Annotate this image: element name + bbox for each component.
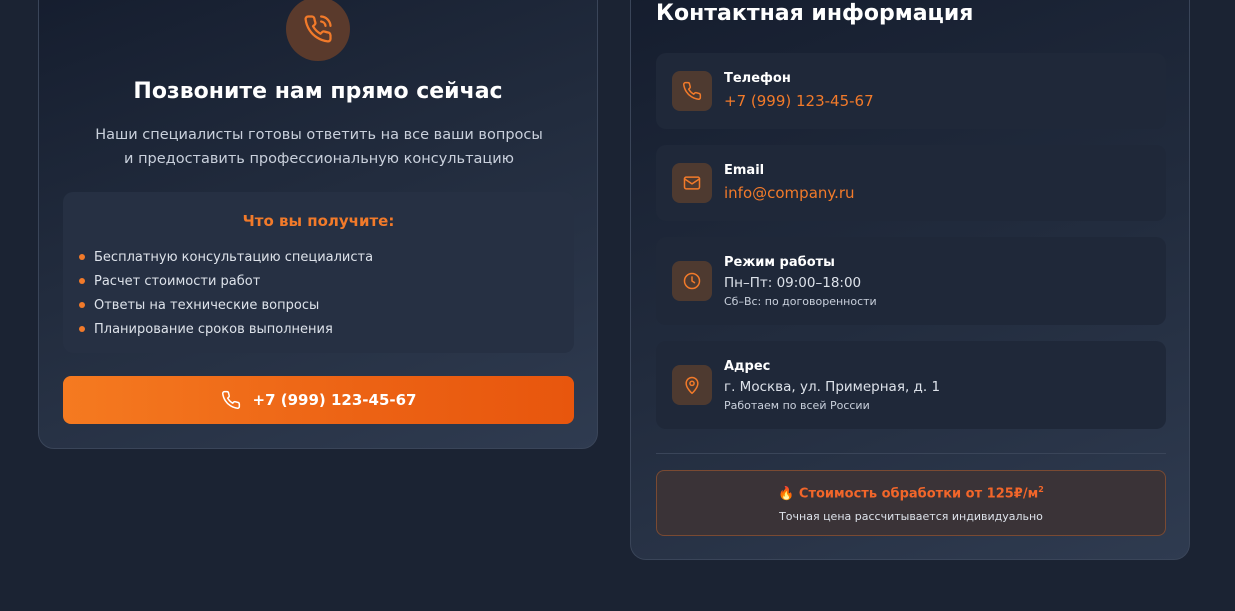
benefit-text: Ответы на технические вопросы [94, 297, 320, 313]
contact-item-hours: Режим работы Пн–Пт: 09:00–18:00 Сб–Вс: п… [656, 237, 1166, 325]
price-subtext: Точная цена рассчитывается индивидуально [779, 510, 1043, 523]
contact-label: Режим работы [724, 255, 835, 270]
contact-item-phone: Телефон +7 (999) 123-45-67 [656, 53, 1166, 129]
price-box: 🔥 Стоимость обработки от 125₽/м2 Точная … [656, 470, 1166, 536]
bullet-dot [79, 254, 85, 260]
benefits-box: Что вы получите: Бесплатную консультацию… [63, 192, 574, 353]
phone-ringing-icon [286, 0, 350, 61]
contact-card: Контактная информация Телефон +7 (999) 1… [630, 0, 1190, 560]
price-text: Стоимость обработки от 125₽/м [798, 486, 1039, 502]
call-title: Позвоните нам прямо сейчас [133, 79, 503, 104]
phone-link[interactable]: +7 (999) 123-45-67 [724, 92, 874, 110]
phone-icon [221, 390, 241, 410]
contact-label: Телефон [724, 71, 791, 86]
bullet-dot [79, 278, 85, 284]
bullet-dot [79, 302, 85, 308]
clock-icon [672, 261, 712, 301]
benefit-text: Расчет стоимости работ [94, 273, 261, 289]
benefit-text: Планирование сроков выполнения [94, 321, 333, 337]
call-button-label: +7 (999) 123-45-67 [252, 391, 417, 409]
divider [656, 453, 1166, 454]
address-value: г. Москва, ул. Примерная, д. 1 [724, 379, 941, 395]
contact-title: Контактная информация [656, 1, 974, 26]
call-card: Позвоните нам прямо сейчас Наши специали… [38, 0, 598, 449]
address-note: Работаем по всей России [724, 399, 870, 412]
call-phone-button[interactable]: +7 (999) 123-45-67 [63, 376, 574, 424]
benefits-title: Что вы получите: [242, 212, 395, 230]
mail-icon [672, 163, 712, 203]
call-description: Наши специалисты готовы ответить на все … [95, 127, 543, 167]
price-superscript: 2 [1038, 485, 1044, 494]
price-line: 🔥 Стоимость обработки от 125₽/м2 [657, 485, 1165, 501]
list-item: Планирование сроков выполнения [79, 317, 373, 341]
contact-item-address: Адрес г. Москва, ул. Примерная, д. 1 Раб… [656, 341, 1166, 429]
email-link[interactable]: info@company.ru [724, 184, 855, 202]
contact-label: Email [724, 163, 765, 178]
page: Позвоните нам прямо сейчас Наши специали… [0, 0, 1235, 611]
list-item: Ответы на технические вопросы [79, 293, 373, 317]
list-item: Расчет стоимости работ [79, 269, 373, 293]
phone-icon [672, 71, 712, 111]
bullet-dot [79, 326, 85, 332]
benefits-list: Бесплатную консультацию специалиста Расч… [79, 245, 373, 341]
map-pin-icon [672, 365, 712, 405]
list-item: Бесплатную консультацию специалиста [79, 245, 373, 269]
contact-item-email: Email info@company.ru [656, 145, 1166, 221]
benefit-text: Бесплатную консультацию специалиста [94, 249, 374, 265]
contact-label: Адрес [724, 359, 771, 374]
hours-value: Пн–Пт: 09:00–18:00 [724, 275, 862, 291]
fire-icon: 🔥 [778, 486, 795, 502]
hours-note: Сб–Вс: по договоренности [724, 295, 877, 308]
